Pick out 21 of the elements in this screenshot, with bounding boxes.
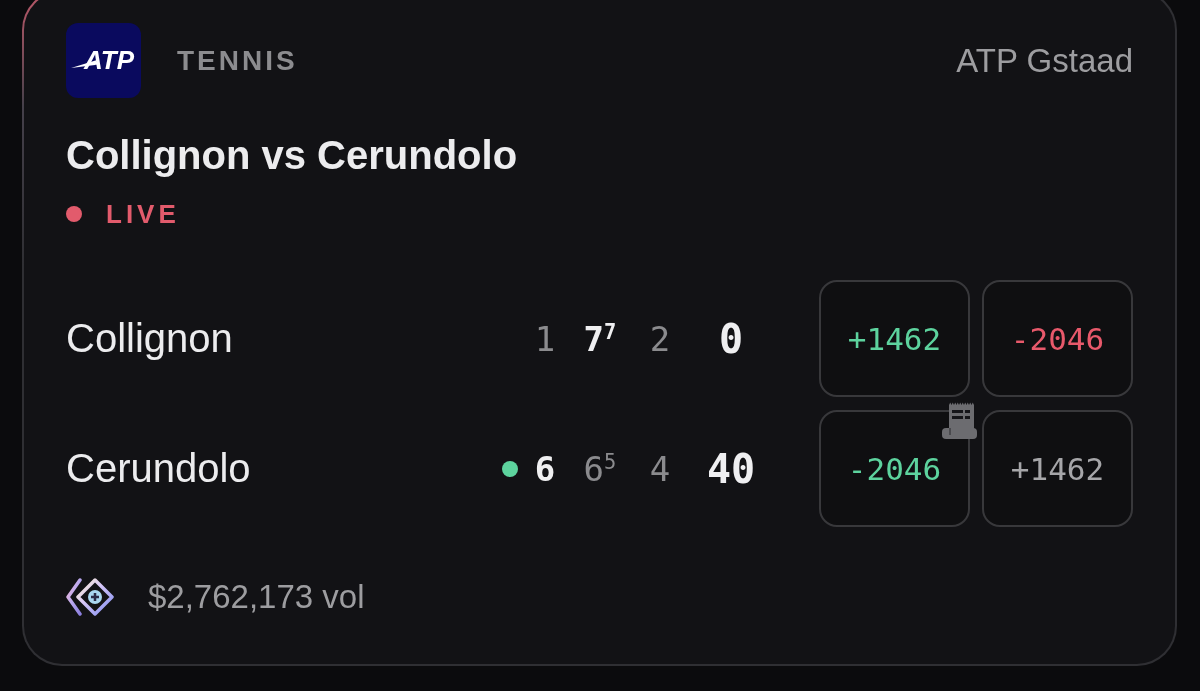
live-dot-icon: [66, 206, 82, 222]
player-name: Collignon: [66, 316, 233, 361]
odds-button[interactable]: -2046: [819, 410, 970, 527]
live-status: LIVE: [106, 198, 180, 230]
player-name: Cerundolo: [66, 446, 251, 491]
odds-button[interactable]: +1462: [819, 280, 970, 397]
set-score: 4: [648, 447, 672, 491]
diamond-plus-icon: [66, 577, 114, 617]
volume-text: $2,762,173 vol: [148, 578, 365, 616]
tournament-name: ATP Gstaad: [956, 41, 1133, 80]
set-score: 1: [533, 317, 557, 361]
match-title: Collignon vs Cerundolo: [66, 132, 518, 179]
game-points: 0: [717, 315, 745, 362]
set-score: 2: [648, 317, 672, 361]
sport-label: TENNIS: [177, 44, 298, 77]
odds-button[interactable]: -2046: [982, 280, 1133, 397]
game-points: 40: [705, 445, 757, 492]
set-score: 6$^{5}$: [582, 447, 618, 491]
odds-button[interactable]: +1462: [982, 410, 1133, 527]
set-score: 7$^{7}$: [582, 317, 618, 361]
set-score: 6: [533, 447, 557, 491]
